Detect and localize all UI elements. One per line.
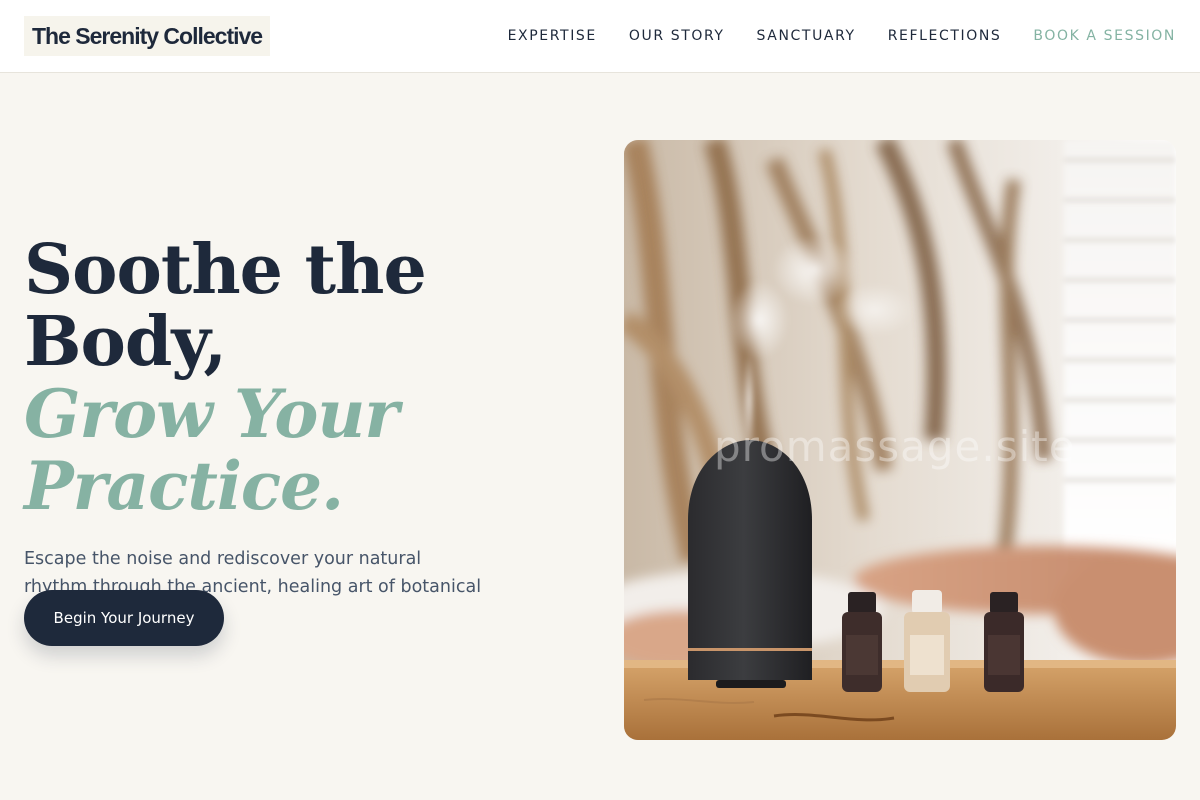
- main-nav: EXPERTISE OUR STORY SANCTUARY REFLECTION…: [508, 0, 1176, 72]
- nav-link-expertise[interactable]: EXPERTISE: [508, 28, 597, 44]
- nav-link-our-story[interactable]: OUR STORY: [629, 28, 725, 44]
- site-header: The Serenity Collective EXPERTISE OUR ST…: [0, 0, 1200, 73]
- hero-heading-line-2: Grow Your: [24, 375, 399, 453]
- hero-image: promassage.site: [624, 140, 1176, 740]
- begin-journey-button[interactable]: Begin Your Journey: [24, 590, 224, 646]
- hero-text: Soothe the Body, Grow Your Practice. Esc…: [24, 234, 604, 646]
- nav-link-book-session[interactable]: BOOK A SESSION: [1033, 28, 1176, 44]
- image-watermark: promassage.site: [714, 422, 1076, 471]
- hero-heading-line-3: Practice.: [24, 447, 344, 525]
- hero-heading-line-1: Soothe the Body,: [24, 230, 427, 382]
- site-logo[interactable]: The Serenity Collective: [24, 16, 271, 56]
- nav-link-sanctuary[interactable]: SANCTUARY: [757, 28, 856, 44]
- hero-heading: Soothe the Body, Grow Your Practice.: [24, 234, 604, 522]
- nav-link-reflections[interactable]: REFLECTIONS: [888, 28, 1002, 44]
